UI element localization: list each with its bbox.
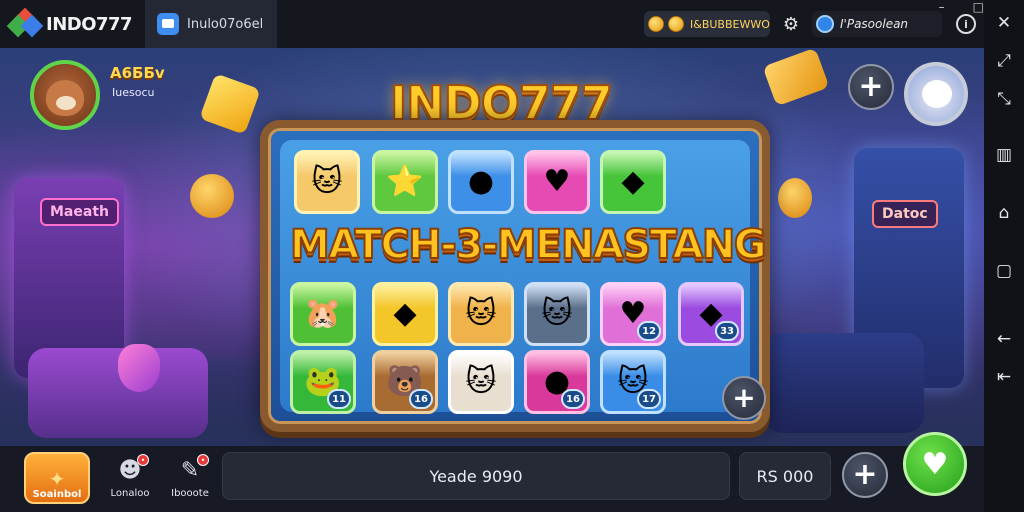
- tile-glyph: 🐱: [465, 364, 497, 399]
- match-tile[interactable]: ◆: [600, 150, 666, 214]
- match-tile[interactable]: ● 16: [524, 350, 590, 414]
- home-icon[interactable]: ⌂: [984, 194, 1024, 232]
- shrink-icon[interactable]: ⤡: [984, 80, 1024, 118]
- floating-heart: [118, 344, 160, 392]
- match-tile[interactable]: ◆: [372, 282, 438, 346]
- arcade-counter-right: [764, 333, 924, 433]
- match-tile[interactable]: ♥: [524, 150, 590, 214]
- tab-label: Inulo07o6el: [187, 16, 264, 32]
- tile-glyph: ●: [467, 164, 495, 199]
- tile-glyph: 🐹: [304, 296, 342, 331]
- add-balance-button[interactable]: +: [842, 452, 888, 498]
- nav-item-3-label: Ibooote: [171, 488, 209, 499]
- emulator-titlebar: INDO777 Inulo07o6el I&BUBBEWWO ⚙ I'Pasoo…: [0, 0, 984, 48]
- notification-badge: •: [137, 454, 149, 466]
- tile-glyph: ◆: [621, 164, 645, 199]
- floating-coin: [190, 174, 234, 218]
- player-avatar[interactable]: [30, 60, 100, 130]
- app-title: INDO777: [46, 13, 133, 35]
- match-tile[interactable]: ◆ 33: [678, 282, 744, 346]
- cube-logo-icon: [6, 7, 44, 38]
- heart-play-icon: ♥: [921, 446, 949, 482]
- match-tile[interactable]: 🐱: [294, 150, 360, 214]
- maximize-button[interactable]: □: [973, 0, 984, 14]
- match-tile[interactable]: 🐱: [448, 350, 514, 414]
- nav-item-2[interactable]: ☻ • Lonaloo: [102, 454, 158, 499]
- tile-count-badge: 16: [561, 389, 585, 409]
- tile-glyph: 🐱: [541, 296, 573, 331]
- nav-item-3[interactable]: ✎ • Ibooote: [162, 454, 218, 499]
- match-tile[interactable]: 🐻 16: [372, 350, 438, 414]
- tab-icon[interactable]: ⇤: [984, 358, 1024, 396]
- tile-count-badge: 11: [327, 389, 351, 409]
- tile-glyph: ◆: [393, 296, 417, 331]
- friend-avatar[interactable]: [904, 62, 968, 126]
- minimize-button[interactable]: –: [939, 0, 945, 14]
- balance-display[interactable]: RS 000: [739, 452, 831, 500]
- back-icon[interactable]: ←: [984, 320, 1024, 358]
- tile-glyph: ♥: [543, 164, 571, 199]
- pet-icon: ☻ •: [115, 454, 149, 484]
- player-name: A6ƂƂv: [110, 64, 165, 82]
- coin-icon: [648, 16, 664, 32]
- bet-display[interactable]: Yeade 9090: [222, 452, 730, 500]
- window-controls: i: [956, 14, 976, 34]
- gear-icon[interactable]: ⚙: [780, 13, 802, 35]
- arcade-sign-left: Maeath: [40, 198, 119, 226]
- floating-gem: [762, 48, 830, 107]
- coin-balance-text: I&BUBBEWWO: [690, 17, 770, 31]
- tile-glyph: ⭐: [386, 164, 424, 199]
- player-subtitle: Iuesocu: [112, 86, 155, 99]
- tile-count-badge: 16: [409, 389, 433, 409]
- arcade-sign-right: Datoc: [872, 200, 938, 228]
- emulator-window: INDO777 Inulo07o6el I&BUBBEWWO ⚙ I'Pasoo…: [0, 0, 1024, 512]
- user-icon: [816, 15, 834, 33]
- main-game-button[interactable]: ✦ Soainbol: [24, 452, 90, 504]
- tile-glyph: 🐱: [311, 164, 343, 199]
- notification-badge: •: [197, 454, 209, 466]
- game-menu-icon: ✦ Soainbol: [24, 452, 90, 504]
- avatar-muzzle: [56, 96, 76, 110]
- floating-coin: [778, 178, 812, 218]
- match-tile[interactable]: 🐱 17: [600, 350, 666, 414]
- emulator-side-toolbar: ✕ ⤢ ⤡ ▥ ⌂ ▢ ← ⇤: [984, 0, 1024, 512]
- match-tile[interactable]: ●: [448, 150, 514, 214]
- game-headline: MATCH-3-MENASTANG: [289, 221, 768, 269]
- play-button[interactable]: ♥: [903, 432, 967, 496]
- window-top-controls: – □: [939, 0, 984, 14]
- user-account[interactable]: I'Pasoolean: [812, 11, 942, 37]
- tab-game[interactable]: Inulo07o6el: [145, 0, 277, 48]
- screen-icon[interactable]: ▢: [984, 252, 1024, 290]
- match-tile[interactable]: 🐱: [448, 282, 514, 346]
- tile-count-badge: 12: [637, 321, 661, 341]
- tile-count-badge: 33: [715, 321, 739, 341]
- floating-gem: [199, 73, 261, 135]
- match-tile[interactable]: ⭐: [372, 150, 438, 214]
- game-tab-icon: [157, 13, 179, 35]
- add-button-top[interactable]: +: [848, 64, 894, 110]
- tool-icon: ✎ •: [175, 454, 209, 484]
- friend-avatar-face: [922, 80, 952, 108]
- coin-balance[interactable]: I&BUBBEWWO: [644, 11, 770, 37]
- expand-icon[interactable]: ⤢: [984, 42, 1024, 80]
- nav-item-2-label: Lonaloo: [110, 488, 150, 499]
- game-menu-glyph: ✦: [48, 467, 66, 491]
- coin-icon-2: [668, 16, 684, 32]
- match-tile[interactable]: 🐸 11: [290, 350, 356, 414]
- keyboard-icon[interactable]: ▥: [984, 136, 1024, 174]
- tile-glyph: 🐱: [465, 296, 497, 331]
- tile-count-badge: 17: [637, 389, 661, 409]
- app-logo[interactable]: INDO777: [0, 0, 145, 48]
- match-tile[interactable]: 🐱: [524, 282, 590, 346]
- match-tile[interactable]: ♥ 12: [600, 282, 666, 346]
- match-tile[interactable]: 🐹: [290, 282, 356, 346]
- main-game-label: Soainbol: [32, 489, 82, 500]
- info-icon[interactable]: i: [956, 14, 976, 34]
- close-icon[interactable]: ✕: [984, 4, 1024, 42]
- user-name: I'Pasoolean: [840, 17, 909, 31]
- board-add-button[interactable]: +: [722, 376, 766, 420]
